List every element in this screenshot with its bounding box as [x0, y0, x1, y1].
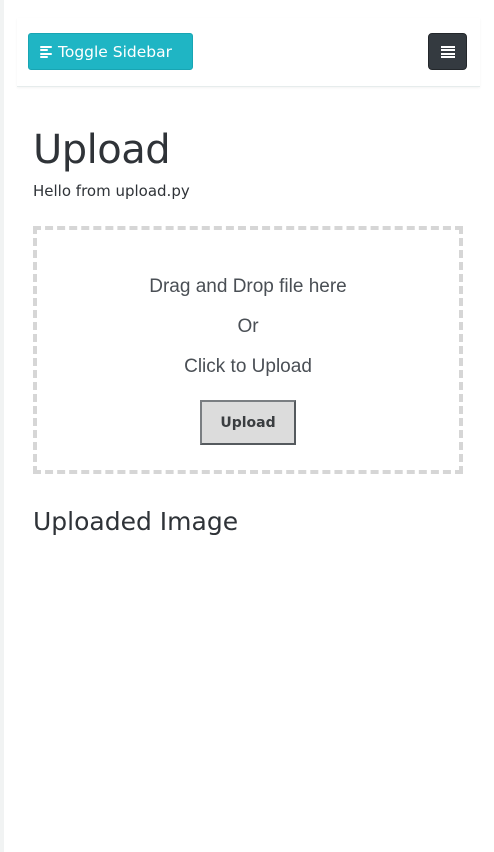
- top-navbar: Toggle Sidebar: [17, 18, 480, 87]
- uploaded-image-heading: Uploaded Image: [33, 507, 239, 536]
- dropzone-or-text: Or: [237, 316, 259, 337]
- menu-button[interactable]: [428, 33, 467, 70]
- toggle-sidebar-label: Toggle Sidebar: [58, 42, 172, 61]
- page-title: Upload: [33, 127, 171, 173]
- toggle-sidebar-button[interactable]: Toggle Sidebar: [28, 33, 193, 70]
- dropzone-drag-text: Drag and Drop file here: [149, 276, 347, 297]
- page-subtitle: Hello from upload.py: [33, 182, 190, 200]
- upload-button[interactable]: Upload: [200, 400, 296, 445]
- dropzone-click-text: Click to Upload: [184, 356, 312, 377]
- hamburger-menu-icon: [441, 46, 455, 58]
- left-edge-divider: [0, 0, 4, 852]
- align-left-icon: [40, 45, 53, 58]
- page: Toggle Sidebar Upload Hello from upload.…: [0, 0, 494, 852]
